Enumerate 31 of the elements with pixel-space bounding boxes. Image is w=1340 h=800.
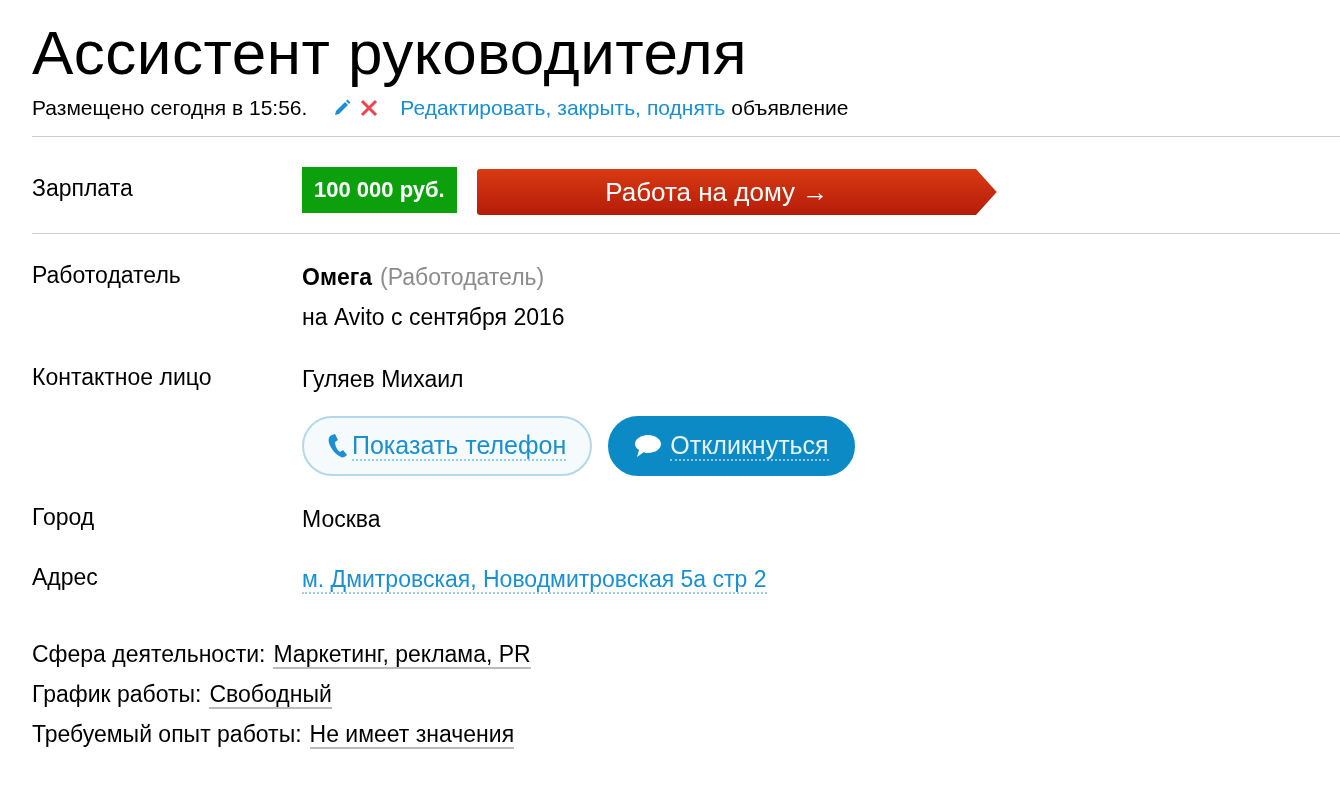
param-label: Сфера деятельности: [32, 641, 266, 667]
field-label: Адрес [32, 564, 99, 592]
field-label: Город [32, 504, 96, 532]
page-title: Ассистент руководителя [32, 17, 749, 89]
posted-date: Размещено сегодня в 15:56. [32, 96, 308, 120]
employer-type: (Работодатель) [380, 264, 545, 290]
param-link[interactable]: Маркетинг, реклама, PR [273, 641, 531, 669]
salary-badge: 100 000 руб. [302, 167, 457, 213]
close-icon[interactable] [360, 99, 379, 117]
field-label: Зарплата [32, 174, 134, 203]
param-label: График работы: [32, 681, 202, 707]
employer-name: Омега [302, 264, 373, 290]
city-value: Москва [302, 505, 381, 534]
pencil-icon[interactable] [333, 99, 352, 117]
param-label: Требуемый опыт работы: [32, 721, 302, 747]
address-link[interactable]: м. Дмитровская, Новодмитровская 5а стр 2 [302, 566, 767, 594]
member-since: на Avito с сентября 2016 [302, 303, 565, 332]
param-link[interactable]: Не имеет значения [309, 721, 515, 749]
reply-button[interactable]: Откликнуться [608, 416, 855, 476]
action-link[interactable]: Редактировать, [400, 96, 552, 120]
phone-icon [328, 434, 348, 458]
show-phone-button[interactable]: Показать телефон [302, 416, 593, 476]
category-banner[interactable]: Работа на дому → [476, 169, 997, 215]
param-link[interactable]: Свободный [209, 681, 332, 709]
field-label: Работодатель [32, 262, 182, 290]
action-link[interactable]: поднять [646, 96, 726, 120]
meta-text: объявление [731, 96, 849, 120]
field-label: Контактное лицо [32, 364, 213, 392]
speech-bubble-icon [634, 434, 663, 458]
contact-name: Гуляев Михаил [302, 366, 464, 392]
action-link[interactable]: закрыть, [557, 96, 641, 120]
